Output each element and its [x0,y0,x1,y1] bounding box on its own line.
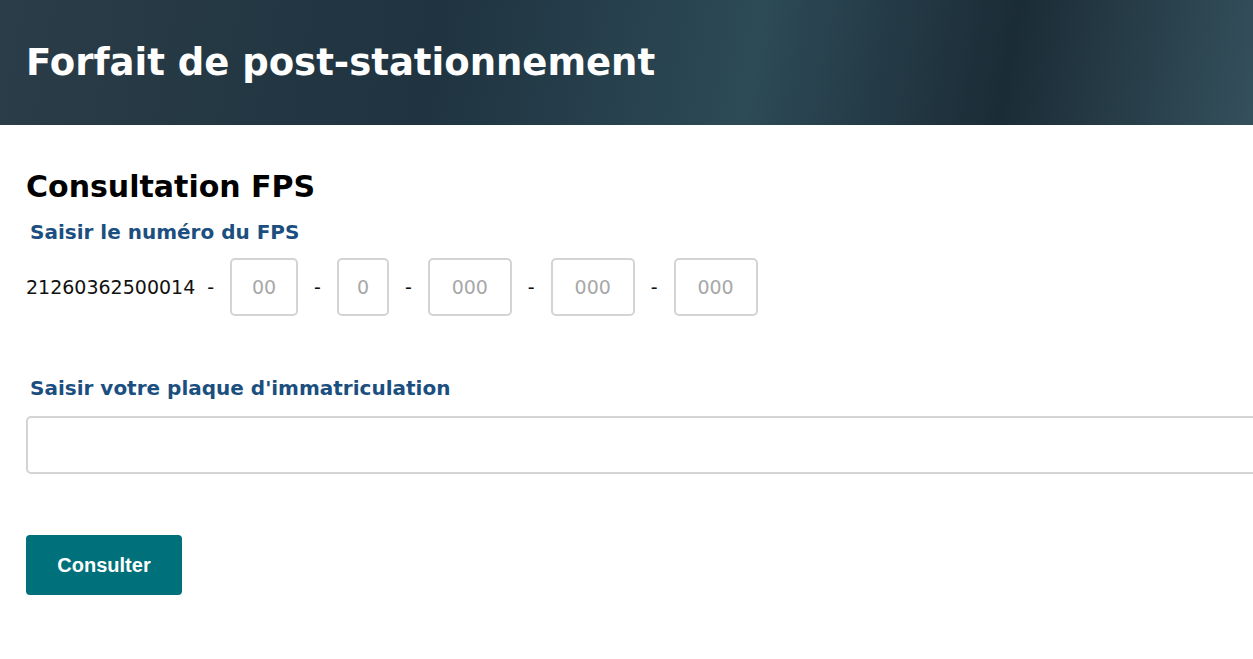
plate-label: Saisir votre plaque d'immatriculation [30,376,450,400]
page-title: Forfait de post-stationnement [26,41,655,84]
consult-button[interactable]: Consulter [26,535,182,595]
fps-segment-input[interactable] [428,258,512,316]
form-heading: Consultation FPS [26,169,315,204]
fps-segment-input[interactable] [674,258,758,316]
fps-number-row: 21260362500014----- [26,258,758,316]
page: Forfait de post-stationnement Consultatio… [0,0,1253,659]
header-banner: Forfait de post-stationnement [0,0,1253,125]
plate-input[interactable] [26,416,1253,474]
fps-separator: - [314,276,321,298]
fps-separator: - [207,276,214,298]
fps-prefix: 21260362500014 [26,276,195,298]
fps-separator: - [651,276,658,298]
fps-separator: - [528,276,535,298]
fps-segment-input[interactable] [337,258,389,316]
fps-separator: - [405,276,412,298]
fps-form: Consultation FPS Saisir le numéro du FPS 2… [0,125,1253,595]
fps-segment-input[interactable] [551,258,635,316]
fps-number-label: Saisir le numéro du FPS [30,220,299,244]
fps-segment-input[interactable] [230,258,298,316]
